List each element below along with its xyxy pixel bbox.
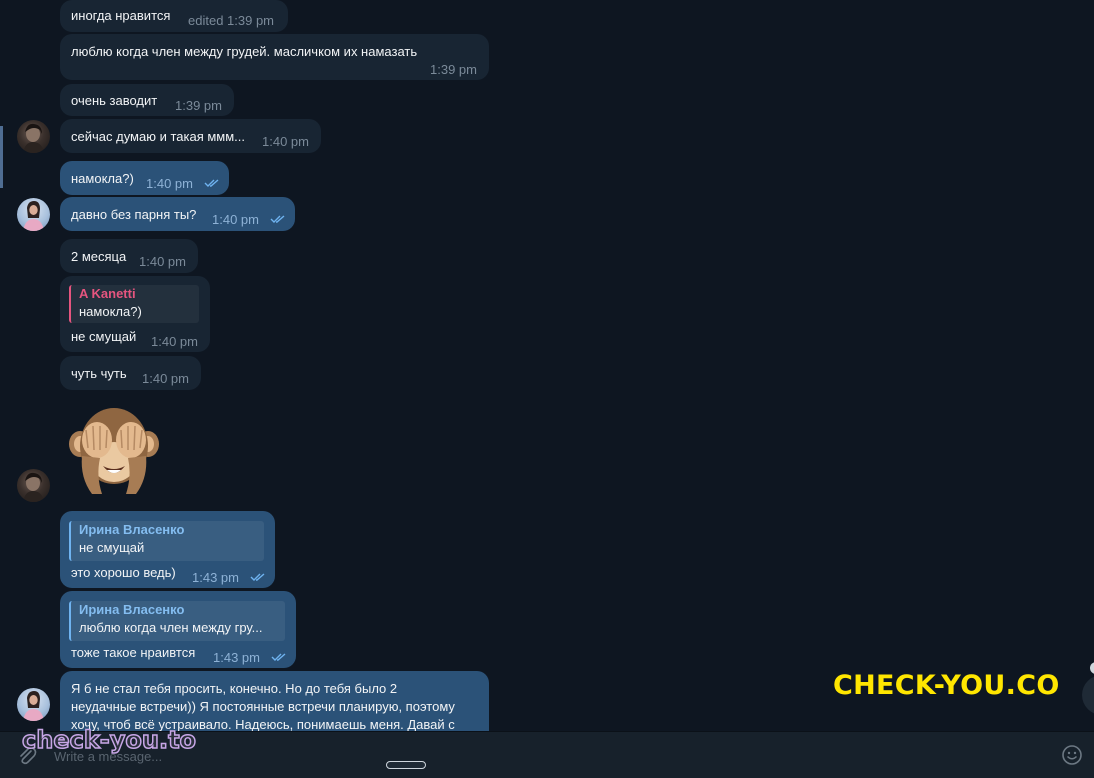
chat-history[interactable]: иногда нравится edited 1:39 pm люблю ког… <box>0 0 1094 731</box>
avatar-photo-icon <box>23 123 44 153</box>
reply-text: люблю когда член между гру... <box>79 620 263 635</box>
reply-text: не смущай <box>79 540 145 555</box>
reply-quote[interactable]: A Kanetti намокла?) <box>69 285 199 323</box>
side-button[interactable] <box>1090 662 1094 674</box>
reply-author: Ирина Власенко <box>79 522 185 537</box>
message-text-line: Я б не стал тебя просить, конечно. Но до… <box>71 681 398 696</box>
message-incoming-reply[interactable]: A Kanetti намокла?) не смущай 1:40 pm <box>60 276 210 352</box>
reply-author: Ирина Власенко <box>79 602 185 617</box>
reply-text: намокла?) <box>79 304 142 319</box>
avatar-photo-icon <box>23 201 44 231</box>
reply-author: A Kanetti <box>79 286 136 301</box>
avatar[interactable] <box>17 688 50 721</box>
message-text-line: неудачные встречи)) Я постоянные встречи… <box>71 699 455 714</box>
message-text: это хорошо ведь) <box>71 565 176 580</box>
message-text: 2 месяца <box>71 249 127 264</box>
double-check-icon <box>270 215 285 223</box>
message-incoming[interactable]: чуть чуть 1:40 pm <box>60 356 201 390</box>
message-time: 1:43 pm <box>192 570 239 585</box>
message-text: люблю когда член между грудей. масличком… <box>71 44 418 59</box>
message-text: очень заводит <box>71 93 158 108</box>
message-text: не смущай <box>71 329 137 344</box>
message-time: 1:40 pm <box>146 176 193 191</box>
unread-indicator <box>0 126 3 188</box>
message-time: 1:40 pm <box>142 371 189 386</box>
message-outgoing-reply[interactable]: Ирина Власенко не смущай это хорошо ведь… <box>60 511 275 588</box>
message-time: edited 1:39 pm <box>188 13 275 28</box>
message-time: 1:40 pm <box>262 134 309 149</box>
message-time: 1:39 pm <box>430 62 477 77</box>
message-outgoing[interactable]: Я б не стал тебя просить, конечно. Но до… <box>60 671 489 731</box>
message-incoming[interactable]: очень заводит 1:39 pm <box>60 84 234 116</box>
message-time: 1:43 pm <box>213 650 260 665</box>
sticker-see-no-evil-monkey[interactable] <box>66 402 162 498</box>
avatar-photo-icon <box>23 472 44 502</box>
avatar-photo-icon <box>23 691 44 721</box>
message-incoming[interactable]: сейчас думаю и такая ммм... 1:40 pm <box>60 119 321 153</box>
reply-quote[interactable]: Ирина Власенко не смущай <box>69 521 264 561</box>
double-check-icon <box>204 179 219 187</box>
message-time: 1:40 pm <box>139 254 186 269</box>
double-check-icon <box>250 573 265 581</box>
message-time: 1:39 pm <box>175 98 222 113</box>
message-time: 1:40 pm <box>212 212 259 227</box>
double-check-icon <box>271 653 286 661</box>
message-incoming[interactable]: люблю когда член между грудей. масличком… <box>60 34 489 80</box>
message-outgoing-reply[interactable]: Ирина Власенко люблю когда член между гр… <box>60 591 296 668</box>
message-text: тоже такое нраивтся <box>71 645 196 660</box>
message-incoming[interactable]: иногда нравится edited 1:39 pm <box>60 0 288 32</box>
watermark: check-you.to <box>21 725 197 755</box>
reply-quote[interactable]: Ирина Власенко люблю когда член между гр… <box>69 601 285 641</box>
message-text: иногда нравится <box>71 8 171 23</box>
message-outgoing[interactable]: давно без парня ты? 1:40 pm <box>60 197 295 231</box>
avatar[interactable] <box>17 198 50 231</box>
scroll-to-bottom-button[interactable] <box>1082 675 1094 715</box>
message-text: сейчас думаю и такая ммм... <box>71 129 245 144</box>
message-text: чуть чуть <box>71 366 127 381</box>
avatar[interactable] <box>17 120 50 153</box>
message-text: намокла?) <box>71 171 134 186</box>
message-outgoing[interactable]: намокла?) 1:40 pm <box>60 161 229 195</box>
message-input[interactable] <box>52 744 1036 768</box>
monkey-sticker-icon <box>69 408 159 494</box>
watermark: CHECK-YOU.CO <box>833 670 1060 701</box>
emoji-icon[interactable] <box>1061 744 1083 766</box>
avatar[interactable] <box>17 469 50 502</box>
message-text: давно без парня ты? <box>71 207 197 222</box>
message-incoming[interactable]: 2 месяца 1:40 pm <box>60 239 198 273</box>
resize-handle[interactable] <box>386 761 426 769</box>
message-time: 1:40 pm <box>151 334 198 349</box>
